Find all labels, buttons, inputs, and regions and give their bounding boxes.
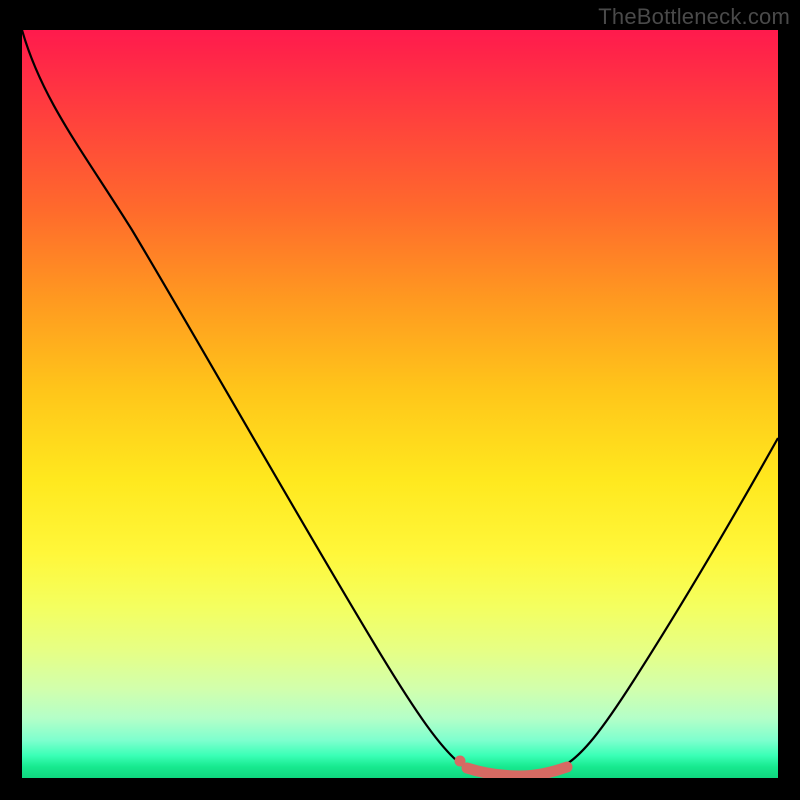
watermark-text: TheBottleneck.com xyxy=(598,4,790,30)
highlight-segment-path xyxy=(467,767,567,776)
bottleneck-curve-path xyxy=(22,30,778,776)
chart-frame: TheBottleneck.com xyxy=(0,0,800,800)
bottleneck-chart xyxy=(22,30,778,778)
